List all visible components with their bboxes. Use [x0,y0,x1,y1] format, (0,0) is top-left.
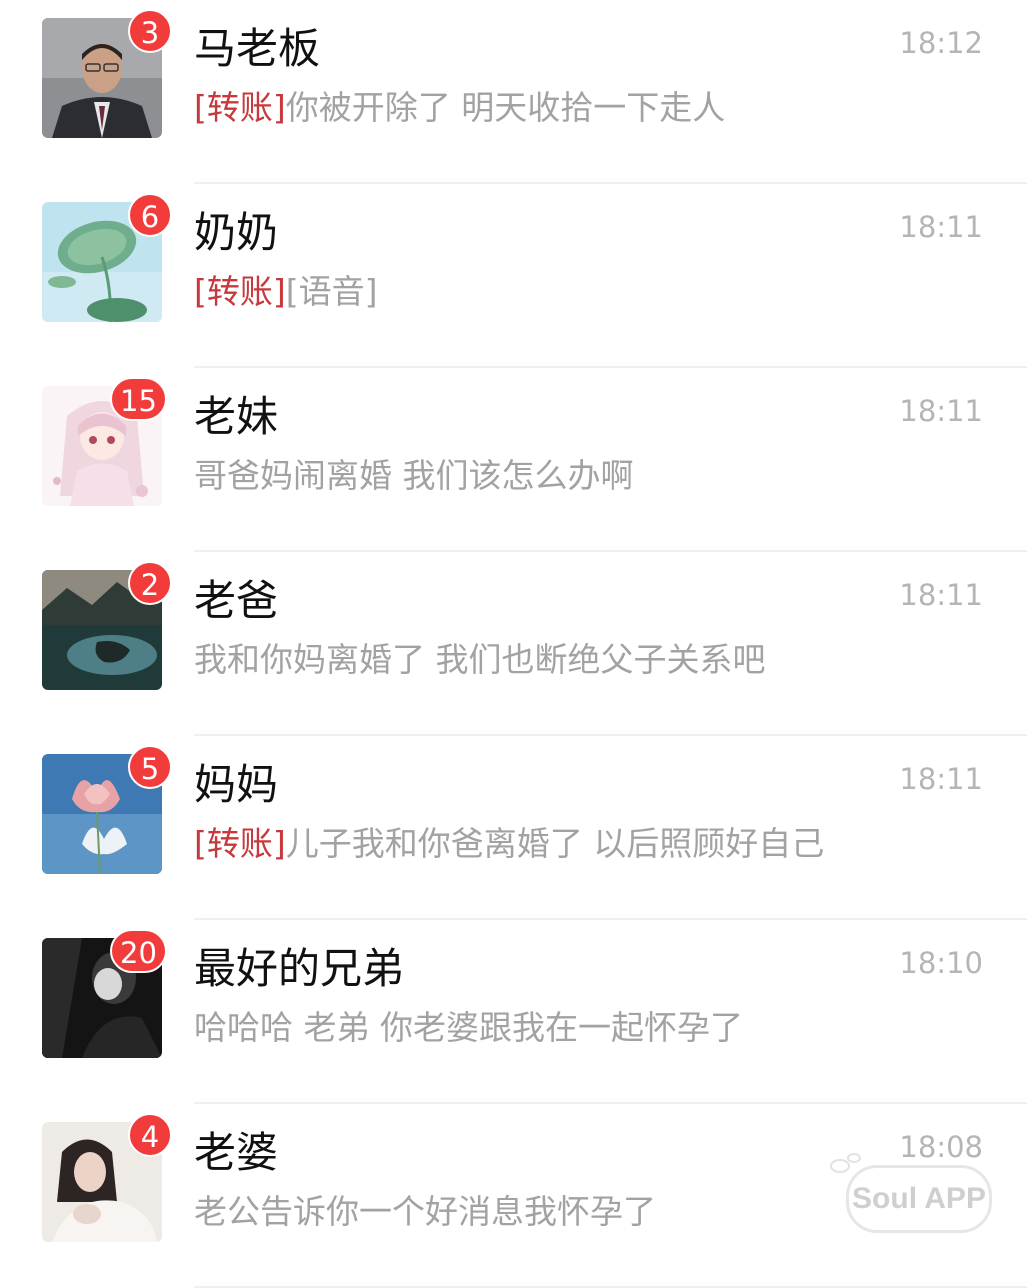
message-time: 18:11 [899,394,983,428]
message-preview: [转账][语音] [194,270,378,314]
contact-name: 老爸 [194,576,279,625]
message-preview: [转账]你被开除了 明天收拾一下走人 [194,86,725,130]
message-text: 儿子我和你爸离婚了 以后照顾好自己 [285,824,825,863]
soul-app-watermark: Soul APP [846,1165,992,1233]
message-text: 你被开除了 明天收拾一下走人 [285,88,726,127]
message-preview: [转账]儿子我和你爸离婚了 以后照顾好自己 [194,822,824,866]
message-preview: 老公告诉你一个好消息我怀孕了 [194,1190,656,1234]
unread-badge: 20 [110,929,167,973]
unread-badge: 3 [128,9,172,53]
contact-name: 奶奶 [194,208,279,257]
message-text: [语音] [285,272,378,311]
message-text: 哈哈哈 老弟 你老婆跟我在一起怀孕了 [194,1008,743,1047]
unread-badge: 5 [128,745,172,789]
transfer-tag: [转账] [194,272,286,311]
message-preview: 哥爸妈闹离婚 我们该怎么办啊 [194,454,634,498]
message-time: 18:11 [899,578,983,612]
message-time: 18:10 [899,946,983,980]
chat-item-dad[interactable]: 2 老爸 我和你妈离婚了 我们也断绝父子关系吧 18:11 [0,552,1027,736]
contact-name: 老婆 [194,1128,279,1177]
transfer-tag: [转账] [194,824,286,863]
unread-badge: 2 [128,561,172,605]
message-text: 老公告诉你一个好消息我怀孕了 [194,1192,656,1231]
unread-badge: 4 [128,1113,172,1157]
message-time: 18:08 [899,1130,983,1164]
message-time: 18:11 [899,762,983,796]
message-preview: 哈哈哈 老弟 你老婆跟我在一起怀孕了 [194,1006,743,1050]
contact-name: 马老板 [194,24,321,73]
message-preview: 我和你妈离婚了 我们也断绝父子关系吧 [194,638,766,682]
unread-badge: 6 [128,193,172,237]
contact-name: 最好的兄弟 [194,944,405,993]
message-time: 18:12 [899,26,983,60]
chat-item-mom[interactable]: 5 妈妈 [转账]儿子我和你爸离婚了 以后照顾好自己 18:11 [0,736,1027,920]
message-time: 18:11 [899,210,983,244]
chat-item-sister[interactable]: 15 老妹 哥爸妈闹离婚 我们该怎么办啊 18:11 [0,368,1027,552]
chat-item-boss[interactable]: 3 马老板 [转账]你被开除了 明天收拾一下走人 18:12 [0,0,1027,184]
unread-badge: 15 [110,377,167,421]
transfer-tag: [转账] [194,88,286,127]
message-text: 哥爸妈闹离婚 我们该怎么办啊 [194,456,634,495]
contact-name: 老妹 [194,392,279,441]
contact-name: 妈妈 [194,760,279,809]
chat-item-best-friend[interactable]: 20 最好的兄弟 哈哈哈 老弟 你老婆跟我在一起怀孕了 18:10 [0,920,1027,1104]
message-text: 我和你妈离婚了 我们也断绝父子关系吧 [194,640,766,679]
chat-list: 3 马老板 [转账]你被开除了 明天收拾一下走人 18:12 6 奶奶 [转账]… [0,0,1027,1288]
chat-item-grandma[interactable]: 6 奶奶 [转账][语音] 18:11 [0,184,1027,368]
